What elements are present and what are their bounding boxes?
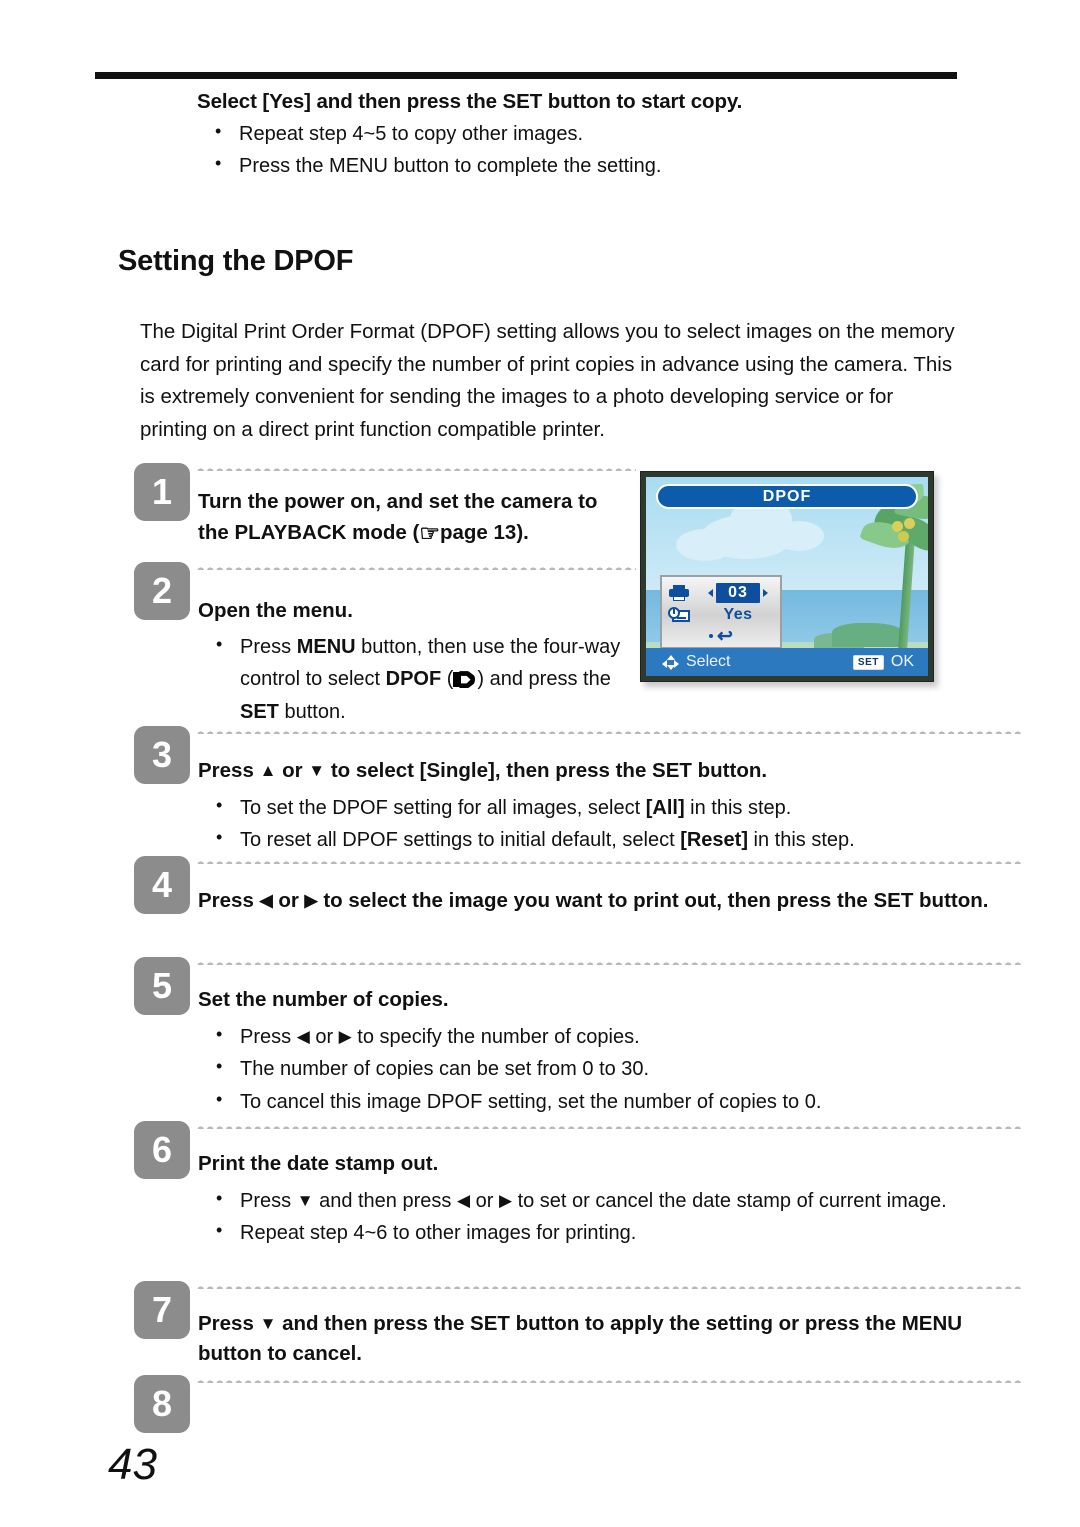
decrement-arrow-icon[interactable] [708, 589, 714, 597]
intro-heading: Select [Yes] and then press the SET butt… [197, 90, 743, 113]
select-hint: Select [662, 653, 730, 671]
intro-bullet-0: Repeat step 4~5 to copy other images. [239, 123, 584, 145]
step-badge: 3 [134, 726, 190, 784]
step-badge: 7 [134, 1281, 190, 1339]
step-title-after: page 13). [439, 520, 529, 544]
step-badge: 2 [134, 562, 190, 620]
step-content: Press ▲ or ▼ to select [Single], then pr… [198, 756, 1024, 857]
date-stamp-value: Yes [723, 606, 753, 623]
ok-hint: SET OK [852, 653, 914, 671]
increment-arrow-icon[interactable] [762, 589, 768, 597]
page-title: Setting the DPOF [118, 245, 354, 277]
select-hint-label: Select [686, 653, 731, 670]
arrow-right-icon: ▶ [338, 1026, 352, 1046]
step-badge: 1 [134, 463, 190, 521]
intro-paragraph: The Digital Print Order Format (DPOF) se… [140, 320, 955, 441]
step-divider [196, 1379, 1022, 1383]
step-divider [196, 1125, 1022, 1129]
step-title: Turn the power on, and set the camera to… [198, 487, 628, 550]
step-bullet-list: To set the DPOF setting for all images, … [198, 791, 1024, 857]
step-badge: 4 [134, 856, 190, 914]
cloud-icon [774, 521, 824, 551]
step-divider [196, 566, 636, 570]
bullet-text: To cancel this image DPOF setting, set t… [240, 1090, 822, 1113]
step-title-before: Turn the power on, and set the camera to… [198, 490, 598, 544]
list-item: Repeat step 4~6 to other images for prin… [198, 1216, 1024, 1249]
date-stamp-icon [662, 607, 696, 623]
step-content: Press ▼ and then press the SET button to… [198, 1309, 1024, 1368]
header-rule [95, 72, 957, 79]
shrub-icon [832, 623, 904, 647]
step-badge: 5 [134, 957, 190, 1015]
arrow-left-icon: ◀ [259, 891, 273, 910]
return-arrow-icon: ↩ [717, 625, 733, 647]
step-divider [196, 467, 636, 471]
step-title: Press ▲ or ▼ to select [Single], then pr… [198, 759, 768, 782]
arrow-right-icon: ▶ [498, 1190, 513, 1210]
set-button-chip: SET [852, 654, 884, 670]
arrow-right-icon: ▶ [304, 891, 318, 910]
lcd-hint-bar: Select SET OK [646, 648, 928, 676]
lcd-screen: DPOF 03 Yes ↩ Select SET OK [646, 477, 928, 676]
step-title: Print the date stamp out. [198, 1152, 439, 1175]
camera-lcd-illustration: DPOF 03 Yes ↩ Select SET OK [640, 471, 934, 682]
list-item: Press MENU button, then use the four-way… [198, 630, 638, 728]
step-title: Open the menu. [198, 599, 353, 622]
date-stamp-row[interactable]: Yes [662, 604, 780, 626]
step-divider [196, 961, 1022, 965]
dpof-settings-panel: 03 Yes ↩ [660, 575, 782, 649]
intro-bullet-list: Repeat step 4~5 to copy other images. Pr… [197, 117, 957, 183]
ok-hint-label: OK [890, 653, 914, 670]
copies-row[interactable]: 03 [662, 581, 780, 605]
list-item: Press ◀ or ▶ to specify the number of co… [198, 1020, 1024, 1053]
coconut-icon [898, 531, 909, 542]
lcd-bezel: DPOF 03 Yes ↩ Select SET OK [640, 471, 934, 682]
step-bullet-list: Press MENU button, then use the four-way… [198, 630, 638, 728]
step-content: Print the date stamp out. Press ▼ and th… [198, 1149, 1024, 1250]
list-item: To cancel this image DPOF setting, set t… [198, 1084, 1024, 1118]
list-item: To set the DPOF setting for all images, … [198, 791, 1024, 824]
step-title: Set the number of copies. [198, 988, 449, 1011]
manual-page: Select [Yes] and then press the SET butt… [0, 0, 1080, 1527]
pointing-hand-icon: ☞ [419, 519, 440, 546]
return-row[interactable]: ↩ [662, 625, 780, 647]
bullet-text: The number of copies can be set from 0 t… [240, 1058, 650, 1081]
step-divider [196, 730, 1022, 734]
list-item: Press the MENU button to complete the se… [197, 149, 957, 182]
page-number: 43 [108, 1440, 157, 1489]
arrow-down-icon: ▼ [308, 761, 326, 780]
four-way-control-icon [662, 654, 679, 670]
dpof-arrow-icon [453, 671, 477, 688]
copies-value: 03 [716, 583, 760, 603]
coconut-icon [904, 518, 915, 529]
step-title: Press ◀ or ▶ to select the image you wan… [198, 889, 989, 912]
step-bullet-list: Press ◀ or ▶ to specify the number of co… [198, 1020, 1024, 1118]
lcd-title-bar: DPOF [656, 484, 918, 509]
list-item: To reset all DPOF settings to initial de… [198, 823, 1024, 856]
step-content: Open the menu. Press MENU button, then u… [198, 596, 638, 728]
arrow-down-icon: ▼ [259, 1314, 277, 1333]
intro-bullet-1: Press the MENU button to complete the se… [239, 155, 662, 178]
step-content: Press ◀ or ▶ to select the image you wan… [198, 886, 1024, 916]
arrow-up-icon: ▲ [259, 761, 277, 780]
arrow-left-icon: ◀ [296, 1026, 310, 1046]
step-divider [196, 1285, 1022, 1289]
step-badge: 8 [134, 1375, 190, 1433]
step-bullet-list: Press ▼ and then press ◀ or ▶ to set or … [198, 1184, 1024, 1250]
step-title: Press ▼ and then press the SET button to… [198, 1312, 963, 1365]
bullet-dot-icon [709, 634, 714, 638]
step-content: Turn the power on, and set the camera to… [198, 487, 628, 550]
step-badge: 6 [134, 1121, 190, 1179]
bullet-text: Repeat step 4~6 to other images for prin… [240, 1222, 637, 1245]
cloud-icon [676, 529, 734, 561]
arrow-left-icon: ◀ [456, 1190, 471, 1210]
printer-icon [662, 585, 696, 601]
step-content: Set the number of copies. Press ◀ or ▶ t… [198, 985, 1024, 1118]
step-divider [196, 860, 1022, 864]
list-item: The number of copies can be set from 0 t… [198, 1052, 1024, 1085]
list-item: Repeat step 4~5 to copy other images. [197, 117, 957, 150]
list-item: Press ▼ and then press ◀ or ▶ to set or … [198, 1184, 1024, 1217]
arrow-down-icon: ▼ [296, 1190, 314, 1210]
